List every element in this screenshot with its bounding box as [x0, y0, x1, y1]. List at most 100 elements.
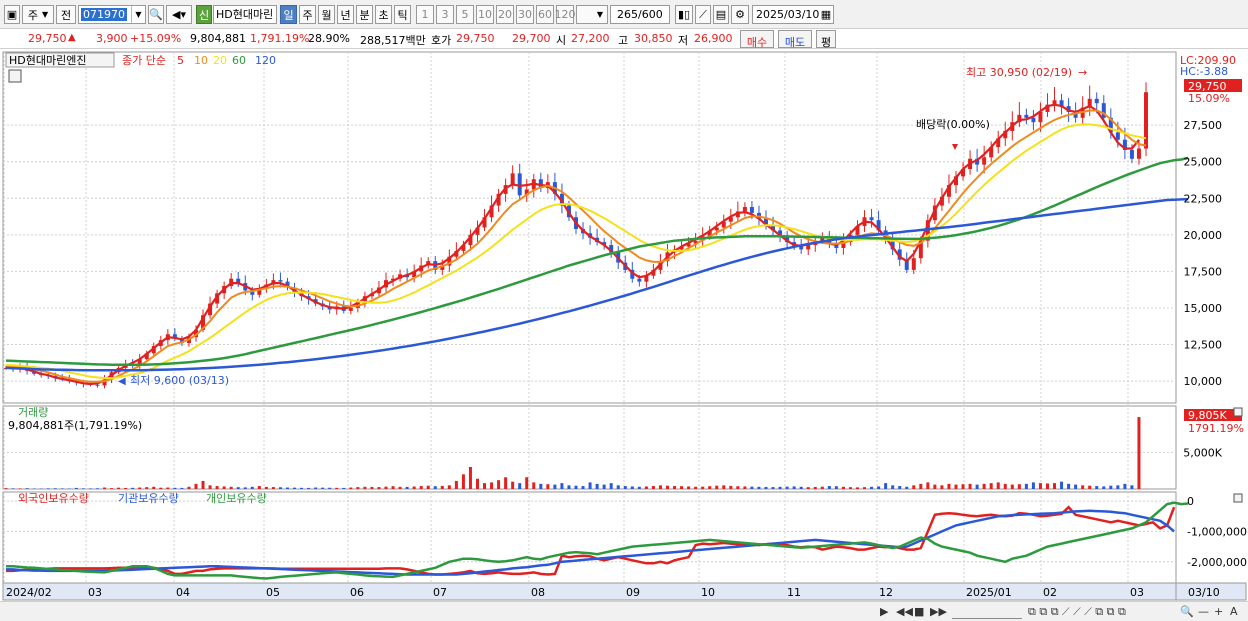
volume-bar — [877, 486, 881, 489]
period-year-button[interactable]: 년 — [337, 5, 354, 24]
volume-bar — [567, 485, 571, 489]
volume-bar — [88, 488, 92, 489]
volume-bar — [328, 487, 332, 489]
volume-bar — [947, 483, 951, 489]
zoom-icon[interactable]: 🔍 — [1180, 605, 1194, 619]
volume-bar — [525, 477, 529, 489]
volume-bar — [623, 486, 627, 489]
stock-code-value: 071970 — [81, 8, 127, 21]
settings-icon[interactable]: ⚙ — [731, 5, 749, 24]
volume-bar — [961, 484, 965, 489]
volume-bar — [475, 478, 479, 489]
ask-label: 호가 — [431, 34, 452, 47]
stock-label: HD현대마린엔진 — [9, 54, 86, 67]
zoom-in-icon[interactable]: + — [1214, 605, 1223, 619]
volume-bar — [820, 486, 824, 489]
toolbar: ▣ 주 ▼ 전 071970 ▼ 🔍 ◀▾ 신 HD현대마린 일 주 월 년 분 … — [0, 0, 1248, 29]
rewind-icon[interactable]: ◀◀ — [896, 605, 913, 619]
indiv-label: 개인보유수량 — [206, 492, 267, 505]
interval-select[interactable]: ▼ — [576, 5, 608, 24]
volume-bar — [124, 487, 128, 489]
prev-label: 전 — [60, 8, 72, 22]
chart-type-icon[interactable]: ▮▯ — [675, 5, 693, 24]
candle-body — [1144, 92, 1148, 149]
volume-bar — [335, 487, 339, 489]
low-annotation: 최저 9,600 (03/13) — [130, 374, 229, 387]
volume-bar — [532, 482, 536, 489]
ma-period-label: 20 — [213, 54, 227, 67]
volume-bar — [300, 487, 304, 489]
volume-bar — [898, 486, 902, 489]
data-count-input[interactable]: 265/600 — [610, 5, 670, 24]
interval-1-button[interactable]: 1 — [416, 5, 434, 24]
scroll-right-icon[interactable]: ▶ — [880, 605, 888, 619]
volume-bar — [933, 484, 937, 489]
low-price: 26,900 — [694, 32, 733, 45]
period-tick-button[interactable]: 틱 — [394, 5, 411, 24]
period-minute-button[interactable]: 분 — [356, 5, 373, 24]
market-select[interactable]: 주 ▼ — [22, 5, 54, 24]
layout-icon[interactable]: ▣ — [4, 5, 20, 24]
ma-period-label: 5 — [177, 54, 184, 67]
volume-bar — [926, 482, 930, 489]
chevron-down-icon: ▼ — [41, 10, 49, 19]
chevron-down-icon: ▼ — [596, 10, 604, 19]
period-month-button[interactable]: 월 — [318, 5, 335, 24]
interval-5-button[interactable]: 5 — [456, 5, 474, 24]
stock-code-input[interactable]: 071970 ▼ — [78, 5, 146, 24]
prev-button[interactable]: 전 — [56, 5, 76, 24]
interval-60-button[interactable]: 60 — [536, 5, 554, 24]
sound-icon[interactable]: ◀▾ — [166, 5, 192, 24]
volume-bar — [363, 486, 367, 489]
high-annotation: 최고 30,950 (02/19) — [966, 66, 1072, 79]
play-icon[interactable]: ▶▶ — [930, 605, 947, 619]
up-arrow-icon: ▲ — [68, 32, 76, 43]
chart-grid — [2, 51, 1247, 601]
period-week-button[interactable]: 주 — [299, 5, 316, 24]
volume-bar — [644, 486, 648, 489]
period-label: 일 — [283, 8, 294, 22]
interval-3-button[interactable]: 3 — [436, 5, 454, 24]
ma-period-label: 60 — [232, 54, 246, 67]
last-pct-label: 15.09% — [1188, 92, 1230, 105]
stock-chart[interactable]: 27,500 25,000 22,500 20,000 17,500 15,000 12,5… — [0, 50, 1248, 601]
font-size-icon[interactable]: A — [1230, 605, 1238, 619]
volume-bar — [581, 486, 585, 489]
volume-bar — [461, 474, 465, 489]
tool-icons[interactable]: ⧉ ⧉ ⧉ ⟋ ⟋ ⟋ ⧉ ⧉ ⧉ — [1028, 605, 1126, 619]
eval-button[interactable]: 평 — [816, 30, 836, 49]
calendar-icon[interactable]: ▦ — [818, 5, 834, 24]
sell-button[interactable]: 매도 — [778, 30, 812, 49]
period-label: 초 — [378, 8, 389, 22]
chevron-down-icon[interactable]: ▼ — [131, 6, 145, 23]
save-icon[interactable]: ▤ — [713, 5, 729, 24]
candle-body — [911, 258, 916, 270]
search-icon[interactable]: 🔍 — [148, 5, 164, 24]
volume-ratio: 1,791.19% — [250, 32, 310, 45]
volume-bar — [53, 488, 57, 489]
volume-last-label: 9,805K — [1188, 409, 1227, 422]
foreign-label: 외국인보유수량 — [18, 492, 89, 505]
interval-label: 3 — [441, 8, 449, 21]
interval-120-button[interactable]: 120 — [555, 5, 576, 24]
period-day-button[interactable]: 일 — [280, 5, 297, 24]
buy-button[interactable]: 매수 — [740, 30, 774, 49]
interval-10-button[interactable]: 10 — [476, 5, 494, 24]
zoom-slider[interactable] — [952, 605, 1022, 619]
shin-button[interactable]: 신 — [196, 5, 212, 24]
period-second-button[interactable]: 초 — [375, 5, 392, 24]
interval-20-button[interactable]: 20 — [496, 5, 514, 24]
volume-bar — [546, 484, 550, 489]
ma-label: 종가 단순 — [122, 54, 166, 67]
volume-bar — [243, 487, 247, 489]
buy-label: 매수 — [746, 36, 768, 49]
count-value: 265 — [617, 8, 638, 21]
interval-30-button[interactable]: 30 — [516, 5, 534, 24]
draw-tool-icon[interactable]: ⟋ — [695, 5, 711, 24]
volume-bar — [81, 488, 85, 489]
zoom-out-icon[interactable]: — — [1198, 605, 1209, 619]
volume-bar — [1137, 417, 1141, 489]
volume-bar — [447, 485, 451, 489]
candle-body — [1094, 98, 1099, 104]
stop-icon[interactable]: ■ — [914, 605, 924, 619]
